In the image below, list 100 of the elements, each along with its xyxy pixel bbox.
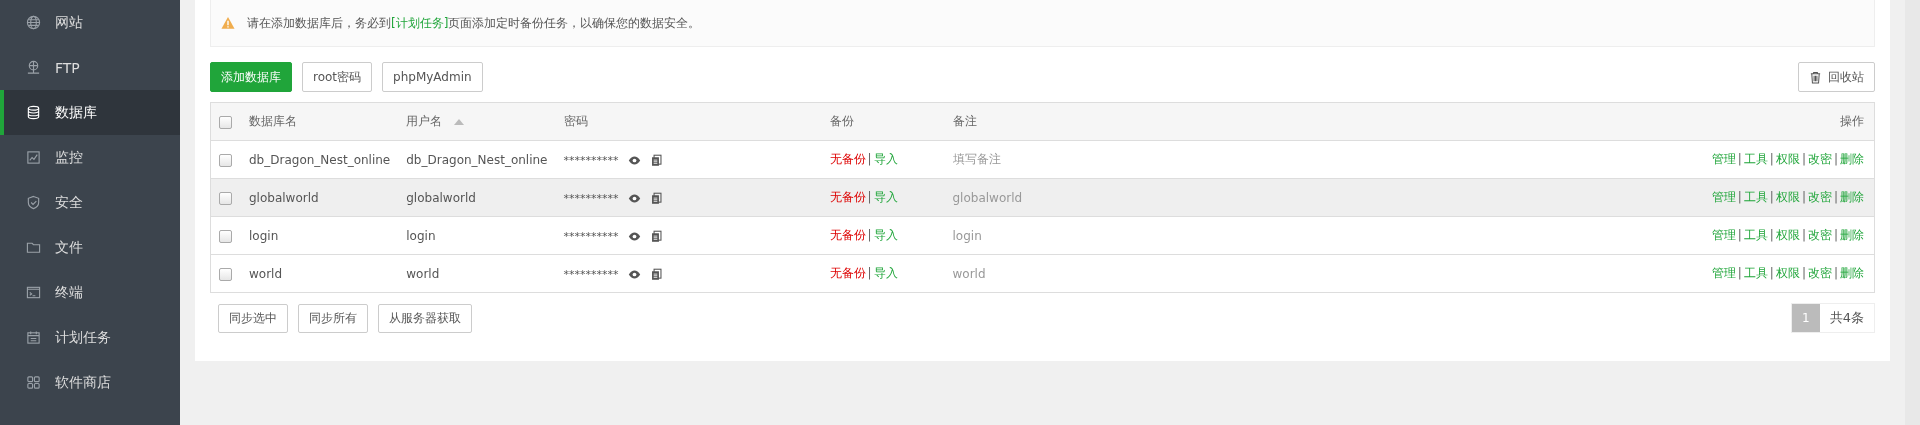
column-header[interactable]: 操作 [1255,102,1875,141]
calendar-icon [26,330,41,345]
eye-icon[interactable] [628,153,642,167]
action-link[interactable]: 权限 [1775,152,1800,166]
sidebar-item[interactable]: 文件 [0,225,180,270]
no-backup-link[interactable]: 无备份 [829,152,866,166]
action-link[interactable]: 工具 [1743,190,1768,204]
username: world [406,266,440,281]
action-link[interactable]: 删除 [1840,266,1864,280]
sidebar-item[interactable]: 数据库 [0,90,180,135]
warning-icon [221,16,235,30]
note-field[interactable]: 填写备注 [952,152,1001,166]
column-header[interactable]: 备份 [821,102,945,141]
no-backup-link[interactable]: 无备份 [829,228,866,242]
warning-message: 请在添加数据库后，务必到[计划任务]页面添加定时备份任务，以确保您的数据安全。 [247,14,701,32]
action-link[interactable]: 改密 [1807,190,1832,204]
action-link[interactable]: 权限 [1775,266,1800,280]
table-row[interactable]: db_Dragon_Nest_online db_Dragon_Nest_online ********** 无备份 | 导入 填写备注 管理 | 工具 | 权限 | 改密 | 删除 [210,140,1875,179]
separator: | [1801,190,1806,204]
action-link[interactable]: 删除 [1840,228,1864,242]
add-database-button[interactable]: 添加数据库 [210,62,292,92]
action-link[interactable]: 改密 [1807,152,1832,166]
action-link[interactable]: 管理 [1711,190,1736,204]
database-name: login [249,228,279,243]
note-field[interactable]: login [952,228,982,243]
separator: | [867,152,872,166]
masked-password: ********** [563,153,619,167]
table-row[interactable]: login login ********** 无备份 | 导入 login 管理 | 工具 | 权限 | 改密 | 删除 [210,216,1875,255]
eye-icon[interactable] [628,229,642,243]
action-link[interactable]: 删除 [1840,152,1864,166]
row-checkbox[interactable] [219,229,232,243]
separator: | [1737,190,1742,204]
database-name: globalworld [249,190,319,205]
sidebar-item[interactable]: FTP [0,45,180,90]
separator: | [1833,266,1838,280]
column-header[interactable]: 备注 [944,102,1256,141]
copy-icon[interactable] [650,153,664,167]
toolbar-button[interactable]: phpMyAdmin [382,62,483,92]
note-field[interactable]: world [952,266,986,281]
sync-button[interactable]: 从服务器获取 [378,303,472,333]
action-link[interactable]: 管理 [1711,152,1736,166]
action-link[interactable]: 管理 [1711,228,1736,242]
current-page[interactable]: 1 [1791,304,1820,332]
select-all-checkbox[interactable] [219,115,232,129]
import-link[interactable]: 导入 [873,266,898,280]
eye-icon[interactable] [628,191,642,205]
separator: | [1769,228,1774,242]
sidebar-item[interactable]: 软件商店 [0,360,180,405]
masked-password: ********** [563,267,619,281]
action-link[interactable]: 管理 [1711,266,1736,280]
separator: | [1833,190,1838,204]
sidebar-item[interactable]: 计划任务 [0,315,180,360]
action-link[interactable]: 工具 [1743,152,1768,166]
recycle-bin-button[interactable]: 回收站 [1798,62,1875,92]
action-link[interactable]: 工具 [1743,266,1768,280]
scheduled-task-link[interactable]: [计划任务] [391,15,449,30]
row-checkbox[interactable] [219,267,232,281]
action-link[interactable]: 权限 [1775,190,1800,204]
copy-icon[interactable] [650,191,664,205]
chart-icon [26,150,41,165]
table-row[interactable]: globalworld globalworld ********** 无备份 | 导入 globalworld 管理 | 工具 | 权限 | 改密 | 删除 [210,178,1875,217]
note-field[interactable]: globalworld [952,190,1023,205]
action-link[interactable]: 改密 [1807,228,1832,242]
separator: | [1801,266,1806,280]
no-backup-link[interactable]: 无备份 [829,190,866,204]
sidebar-item[interactable]: 监控 [0,135,180,180]
table-row[interactable]: world world ********** 无备份 | 导入 world 管理 | 工具 | 权限 | 改密 | 删除 [210,254,1875,293]
network-globe-icon [26,60,41,75]
separator: | [1833,152,1838,166]
action-link[interactable]: 工具 [1743,228,1768,242]
sidebar-item[interactable]: 终端 [0,270,180,315]
sidebar-item[interactable]: 网站 [0,0,180,45]
no-backup-link[interactable]: 无备份 [829,266,866,280]
separator: | [1833,228,1838,242]
row-checkbox[interactable] [219,191,232,205]
eye-icon[interactable] [628,267,642,281]
import-link[interactable]: 导入 [873,152,898,166]
toolbar-button[interactable]: root密码 [302,62,373,92]
masked-password: ********** [563,229,619,243]
action-link[interactable]: 权限 [1775,228,1800,242]
import-link[interactable]: 导入 [873,228,898,242]
sync-button[interactable]: 同步所有 [298,303,368,333]
column-header[interactable]: 密码 [555,102,822,141]
action-link[interactable]: 删除 [1840,190,1864,204]
copy-icon[interactable] [650,229,664,243]
database-name: world [249,266,283,281]
column-header[interactable]: 数据库名 [241,102,399,141]
total-count: 共4条 [1828,309,1865,327]
sidebar-item[interactable]: 安全 [0,180,180,225]
separator: | [1769,190,1774,204]
action-link[interactable]: 改密 [1807,266,1832,280]
separator: | [1801,228,1806,242]
shield-icon [26,195,41,210]
column-header[interactable]: 用户名 [398,102,556,141]
copy-icon[interactable] [650,267,664,281]
separator: | [867,266,872,280]
grid-icon [26,375,41,390]
sync-button[interactable]: 同步选中 [218,303,288,333]
import-link[interactable]: 导入 [873,190,898,204]
row-checkbox[interactable] [219,153,232,167]
